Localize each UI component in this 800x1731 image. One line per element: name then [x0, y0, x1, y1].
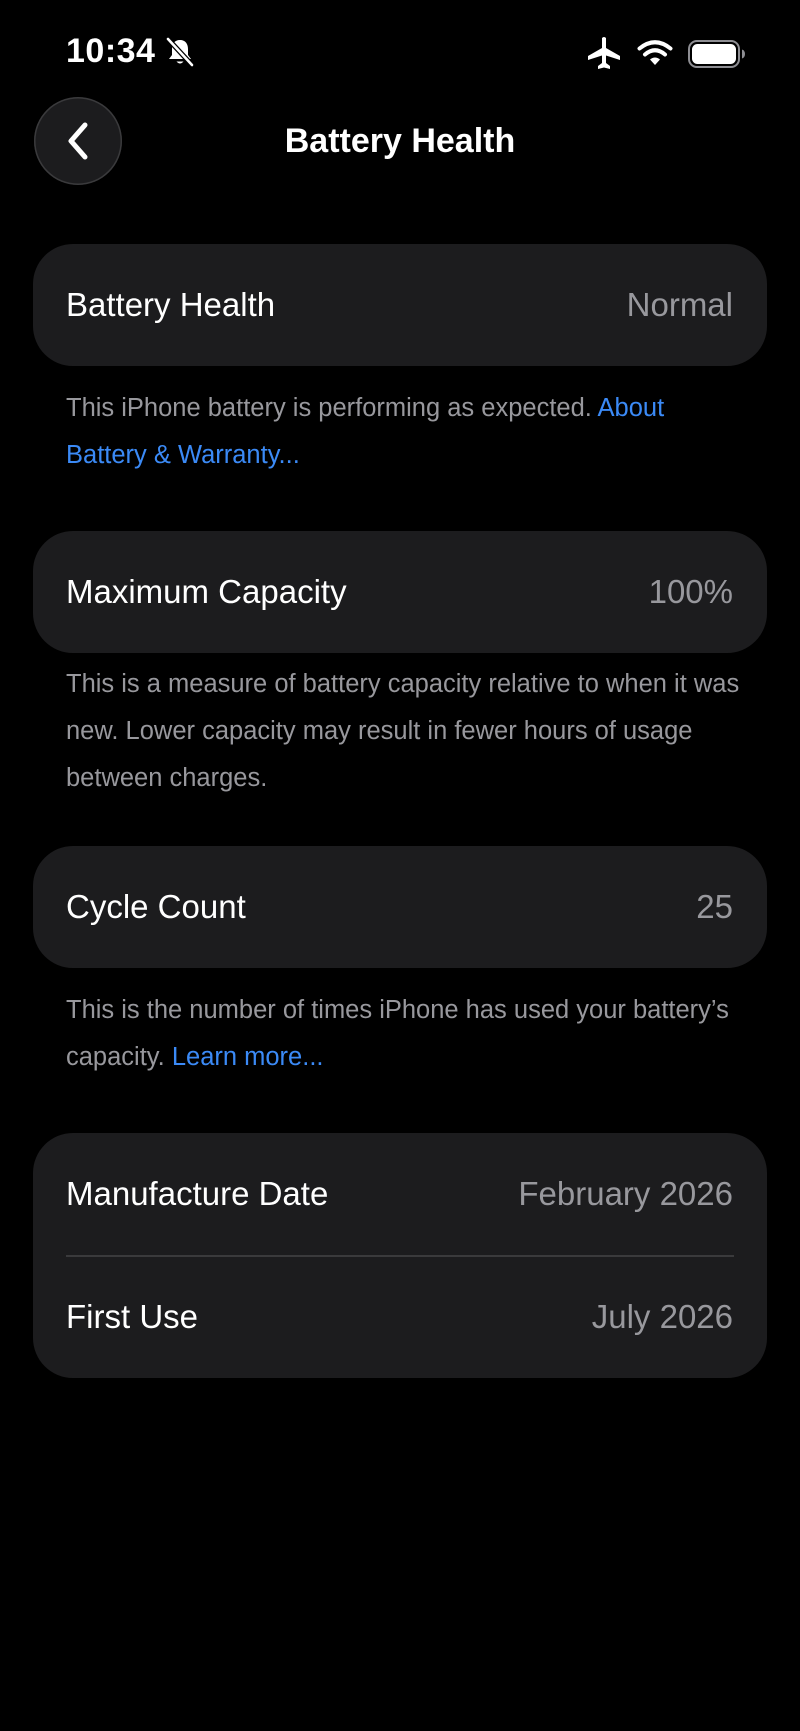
- maximum-capacity-row: Maximum Capacity 100%: [33, 531, 767, 653]
- first-use-value: July 2026: [591, 1298, 733, 1335]
- status-time: 10:34: [66, 32, 156, 70]
- status-bar: 10:34: [0, 0, 800, 100]
- maximum-capacity-footnote-text: This is a measure of battery capacity re…: [66, 670, 740, 792]
- page-title: Battery Health: [0, 122, 800, 161]
- battery-health-footnote-text: This iPhone battery is performing as exp…: [66, 394, 598, 422]
- manufacture-date-label: Manufacture Date: [66, 1175, 329, 1212]
- first-use-label: First Use: [66, 1298, 198, 1335]
- maximum-capacity-card: Maximum Capacity 100%: [33, 531, 767, 653]
- maximum-capacity-label: Maximum Capacity: [66, 573, 347, 610]
- dates-card: Manufacture Date February 2026 First Use…: [33, 1133, 767, 1378]
- cycle-count-value: 25: [696, 888, 733, 925]
- cycle-count-footnote-text: This is the number of times iPhone has u…: [66, 996, 729, 1071]
- first-use-row: First Use July 2026: [33, 1257, 767, 1378]
- maximum-capacity-footnote: This is a measure of battery capacity re…: [66, 661, 746, 802]
- manufacture-date-value: February 2026: [518, 1175, 733, 1212]
- page-title-text: Battery Health: [284, 122, 516, 160]
- battery-health-label: Battery Health: [66, 286, 276, 323]
- battery-health-footnote: This iPhone battery is performing as exp…: [66, 385, 746, 479]
- airplane-icon: [588, 37, 620, 69]
- battery-health-screen: 10:34 Battery Health Battery Health Norm…: [0, 0, 800, 1731]
- battery-health-card: Battery Health Normal: [33, 244, 767, 366]
- maximum-capacity-value: 100%: [648, 573, 733, 610]
- cycle-count-row: Cycle Count 25: [33, 846, 767, 968]
- battery-health-value: Normal: [626, 286, 733, 323]
- cycle-count-card: Cycle Count 25: [33, 846, 767, 968]
- learn-more-link[interactable]: Learn more...: [172, 1043, 324, 1071]
- manufacture-date-row: Manufacture Date February 2026: [33, 1133, 767, 1255]
- wifi-icon: [637, 40, 673, 65]
- cycle-count-label: Cycle Count: [66, 888, 246, 925]
- battery-icon: [688, 40, 745, 68]
- battery-health-row: Battery Health Normal: [33, 244, 767, 366]
- bell-slash-icon: [166, 37, 194, 67]
- cycle-count-footnote: This is the number of times iPhone has u…: [66, 987, 746, 1081]
